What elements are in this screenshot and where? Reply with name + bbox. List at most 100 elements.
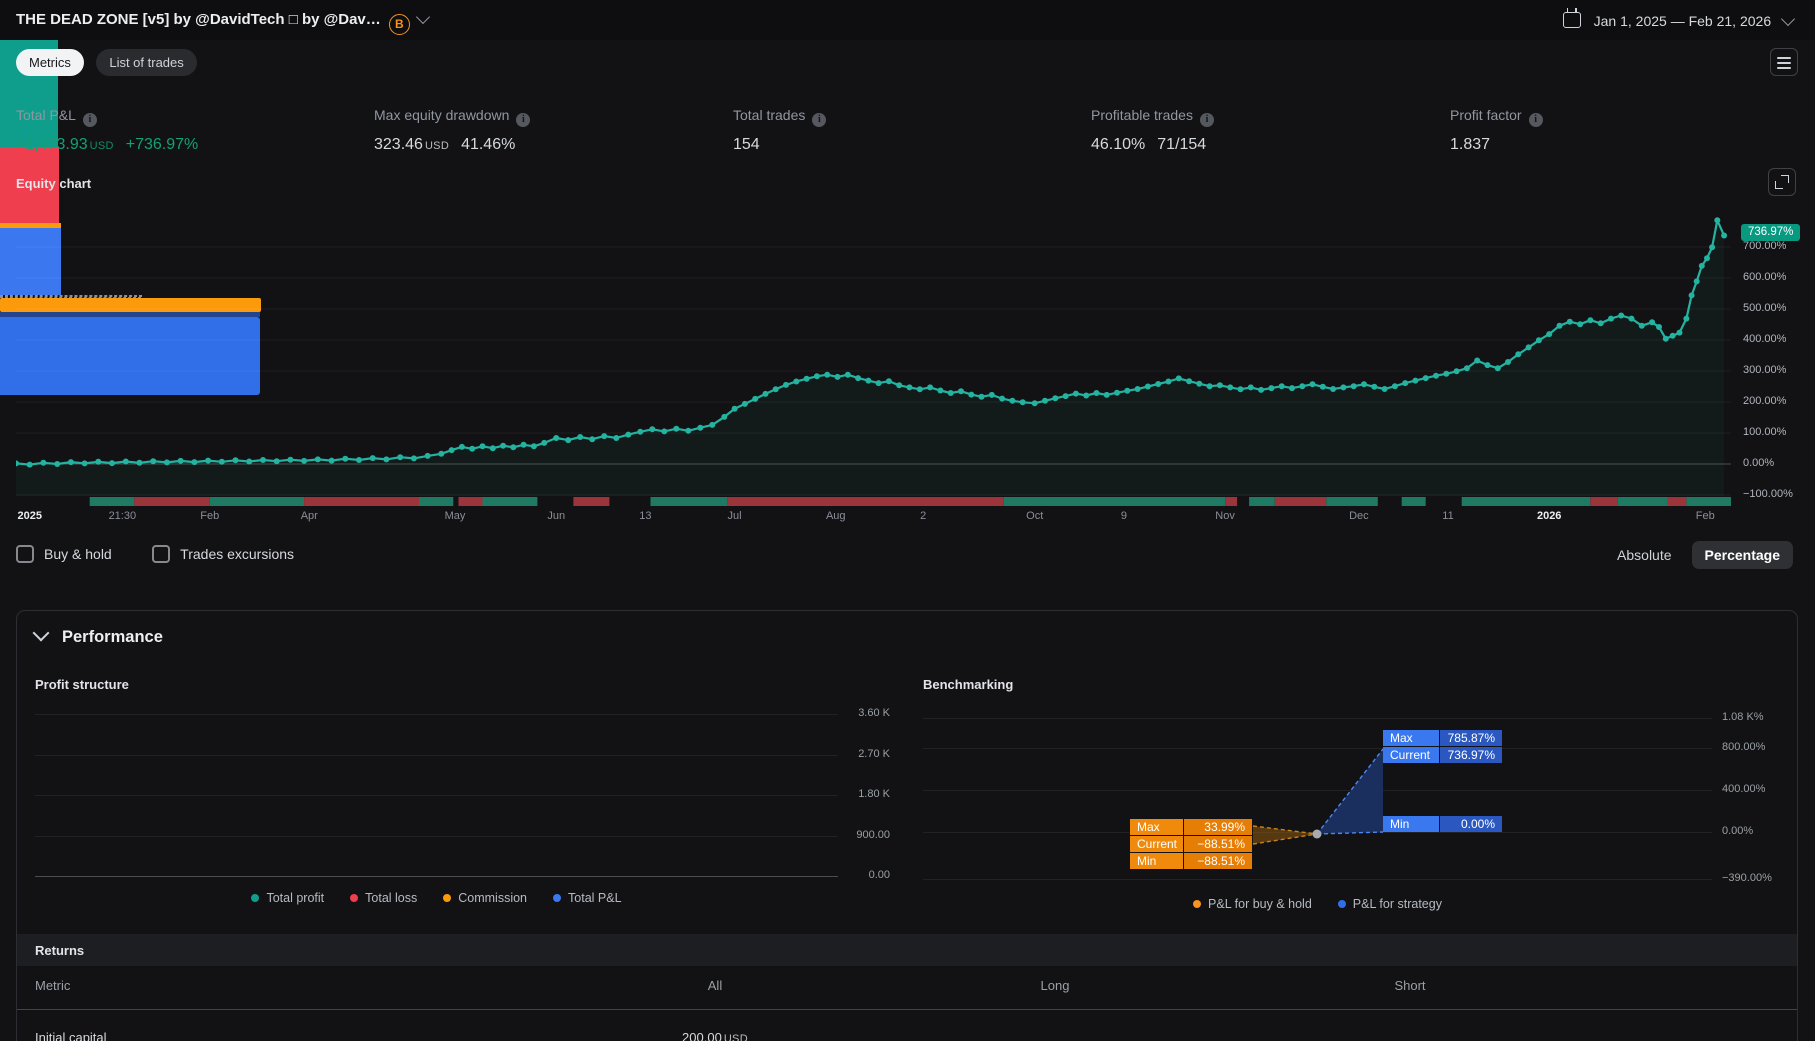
returns-section-header[interactable]: Returns (17, 934, 1797, 966)
profit-gridline (35, 795, 838, 796)
bench-gridline (923, 789, 1712, 791)
profit-y-tick: 900.00 (856, 828, 890, 841)
legend-item[interactable]: Total loss (350, 891, 417, 905)
info-icon[interactable]: i (1199, 113, 1214, 127)
trade-strip-segment (304, 497, 419, 506)
date-range-selector[interactable]: Jan 1, 2025 — Feb 21, 2026 (1562, 8, 1796, 29)
info-icon[interactable]: i (812, 113, 827, 127)
buyhold-current-value: −88.51% (1184, 836, 1252, 852)
expand-chart-button[interactable] (1768, 168, 1796, 196)
equity-chart[interactable] (13, 200, 1731, 506)
equity-x-tick: 2 (920, 510, 927, 522)
equity-x-tick: 2025 (17, 510, 42, 522)
equity-x-tick: Apr (300, 510, 318, 522)
trade-strip-segment (209, 497, 305, 506)
info-icon[interactable]: i (82, 113, 97, 127)
performance-header[interactable]: Performance (32, 624, 163, 647)
legend-dot (1193, 900, 1202, 908)
tab-metrics[interactable]: Metrics (16, 49, 84, 76)
legend-item[interactable]: Commission (443, 891, 527, 905)
strategy-tester-panel: THE DEAD ZONE [v5] by @DavidTech □ by @D… (0, 0, 1815, 1041)
chevron-down-icon[interactable] (415, 9, 430, 25)
bench-gridline (923, 747, 1712, 749)
profit-gridline (35, 714, 838, 715)
metric-label: Total P&L (16, 107, 76, 123)
legend-item[interactable]: Total profit (251, 891, 324, 905)
legend-dot (1337, 900, 1346, 908)
metric-profit-factor: Profit factor i 1.837 (1450, 107, 1543, 154)
trade-strip-segment (1686, 497, 1731, 506)
profit-gridline (35, 754, 838, 756)
date-range-text: Jan 1, 2025 — Feb 21, 2026 (1593, 13, 1772, 29)
equity-x-tick: 21:30 (108, 510, 137, 522)
row-initial-capital-value: 200.00 USD (682, 1030, 748, 1041)
legend-item[interactable]: Total P&L (553, 891, 622, 905)
trade-strip-segment (458, 497, 483, 506)
equity-x-tick: Feb (200, 510, 220, 522)
info-icon[interactable]: i (516, 113, 531, 127)
strategy-min-key: Min (1383, 816, 1439, 832)
profit-legend: Total profit Total loss Commission Total P&… (35, 891, 838, 905)
equity-x-tick: Aug (825, 510, 846, 522)
equity-y-tick: 100.00% (1743, 426, 1787, 438)
menu-icon (1777, 57, 1791, 59)
col-header-short: Short (1394, 978, 1426, 993)
table-divider (17, 1009, 1797, 1010)
col-header-long: Long (1040, 978, 1070, 993)
row-initial-capital-label: Initial capital (35, 1030, 107, 1041)
equity-y-tick: 400.00% (1743, 333, 1787, 345)
trades-excursions-label[interactable]: Trades excursions (180, 546, 294, 562)
bench-y-tick: −390.00% (1722, 872, 1772, 884)
profit-structure-title: Profit structure (35, 677, 129, 692)
buy-hold-label[interactable]: Buy & hold (44, 546, 112, 562)
equity-x-tick: 13 (639, 510, 652, 522)
equity-x-tick: 11 (1442, 510, 1454, 522)
strategy-title[interactable]: THE DEAD ZONE [v5] by @DavidTech □ by @D… (16, 9, 430, 35)
equity-x-tick: 9 (1120, 510, 1127, 522)
equity-y-tick: 500.00% (1743, 302, 1787, 314)
equity-x-tick: Dec (1349, 510, 1369, 522)
metric-value: 154 (733, 136, 760, 153)
layout-settings-button[interactable] (1770, 48, 1798, 76)
equity-chart-svg (13, 217, 1731, 506)
bench-gridline (923, 718, 1712, 719)
col-header-metric: Metric (35, 978, 71, 993)
metric-total-pnl: Total P&L i +1,473.93 USD +736.97% (16, 107, 199, 153)
metric-value: +1,473.93 (16, 136, 88, 153)
strategy-min-value: 0.00% (1440, 816, 1502, 832)
profit-y-tick: 0.00 (868, 869, 890, 881)
buyhold-max-key: Max (1130, 819, 1183, 835)
trade-strip-segment (1401, 497, 1426, 506)
absolute-button[interactable]: Absolute (1617, 547, 1671, 563)
metric-secondary: 71/154 (1157, 136, 1207, 153)
bench-y-tick: 1.08 K% (1722, 711, 1764, 723)
equity-x-tick: Jul (727, 510, 742, 522)
metric-secondary: +736.97% (125, 136, 199, 153)
equity-x-tick: 2026 (1536, 510, 1562, 522)
percentage-button[interactable]: Percentage (1691, 541, 1793, 569)
tab-list-of-trades[interactable]: List of trades (96, 49, 197, 76)
equity-x-tick: Nov (1215, 510, 1235, 522)
trade-strip-segment (1003, 497, 1225, 506)
buy-hold-checkbox[interactable] (16, 545, 34, 563)
equity-x-tick: May (444, 510, 466, 522)
profit-gridline (35, 876, 838, 877)
trade-strip-segment (1274, 497, 1327, 506)
equity-x-tick: Oct (1026, 510, 1044, 522)
equity-y-tick: 300.00% (1743, 364, 1787, 376)
metric-value: 323.46 (374, 136, 423, 153)
legend-dot (251, 894, 260, 902)
legend-item[interactable]: P&L for buy & hold (1193, 897, 1312, 911)
equity-x-tick: Jun (547, 510, 566, 522)
strategy-title-text: THE DEAD ZONE [v5] by @DavidTech □ by @D… (16, 11, 381, 28)
trades-excursions-checkbox[interactable] (152, 545, 171, 563)
metric-max-drawdown: Max equity drawdown i 323.46 USD 41.46% (374, 107, 531, 154)
legend-item[interactable]: P&L for strategy (1337, 897, 1442, 911)
metric-total-trades: Total trades i 154 (733, 107, 827, 154)
info-icon[interactable]: i (1528, 113, 1543, 127)
legend-dot (553, 894, 562, 902)
profit-y-tick: 3.60 K (858, 707, 890, 719)
bench-y-tick: 0.00% (1722, 825, 1754, 837)
metric-label: Profit factor (1450, 107, 1522, 123)
collapse-chevron-icon[interactable] (32, 624, 50, 642)
